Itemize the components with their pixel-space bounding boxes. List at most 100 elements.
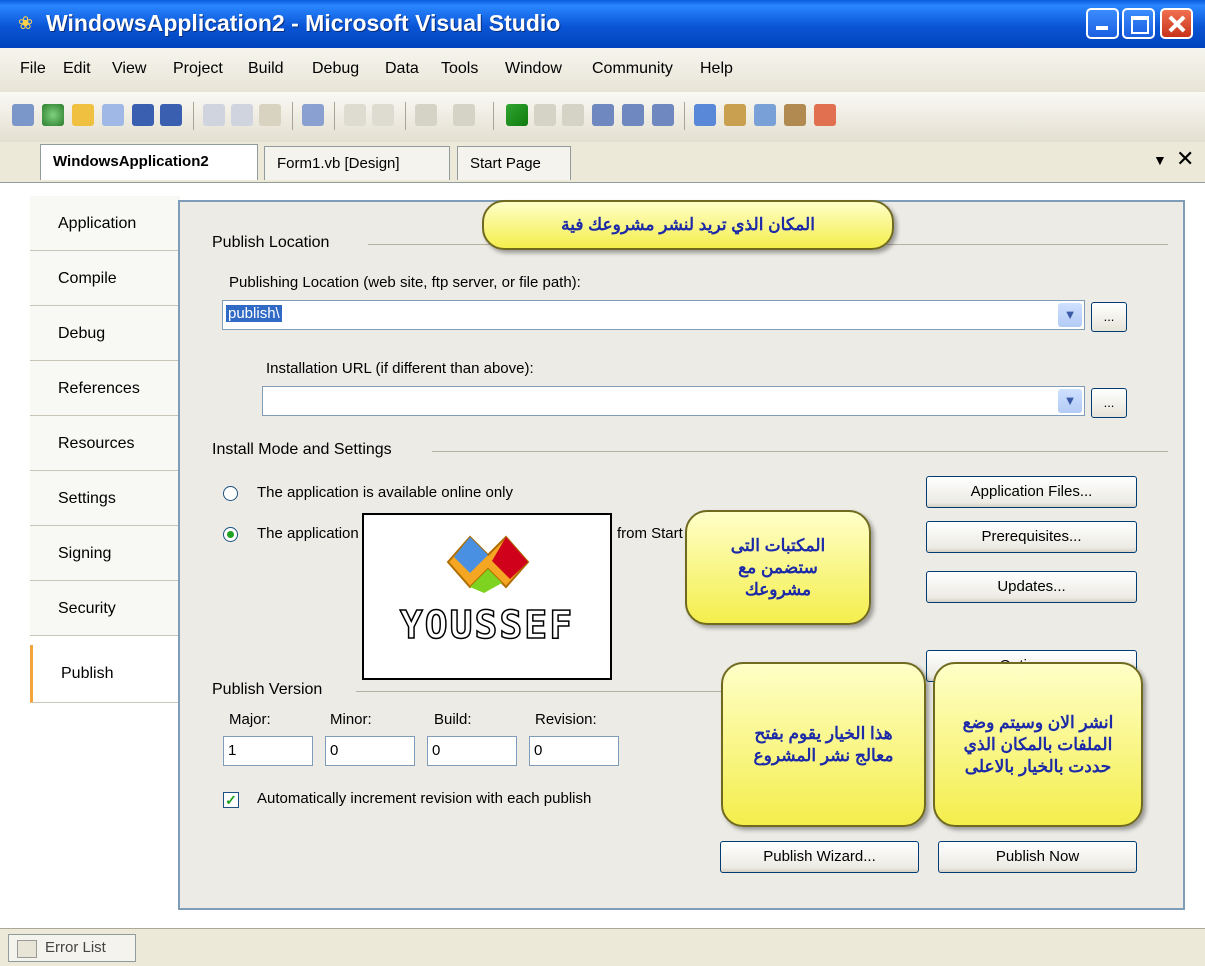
open-file-icon[interactable] xyxy=(72,104,94,126)
window-title: WindowsApplication2 - Microsoft Visual S… xyxy=(46,10,561,36)
step-out-icon[interactable] xyxy=(652,104,674,126)
undo-icon[interactable] xyxy=(415,104,437,126)
installation-url-combo[interactable]: ▼ xyxy=(262,386,1085,416)
uncomment-icon[interactable] xyxy=(372,104,394,126)
publish-wizard-button[interactable]: Publish Wizard... xyxy=(720,841,919,873)
properties-icon[interactable] xyxy=(724,104,746,126)
side-tab-compile[interactable]: Compile xyxy=(30,251,180,306)
add-new-item-icon[interactable] xyxy=(102,104,124,126)
publish-now-button[interactable]: Publish Now xyxy=(938,841,1137,873)
error-list-icon xyxy=(17,940,37,958)
major-version-field[interactable]: 1 xyxy=(223,736,313,766)
standard-toolbar xyxy=(0,92,1205,143)
youssef-logo: YOUSSEF xyxy=(362,513,612,680)
side-tab-application[interactable]: Application xyxy=(30,196,180,251)
menu-project[interactable]: Project xyxy=(173,60,223,78)
build-label: Build: xyxy=(434,711,472,728)
chevron-down-icon[interactable]: ▼ xyxy=(1058,303,1082,327)
visual-studio-logo-icon xyxy=(446,535,530,593)
side-tab-references[interactable]: References xyxy=(30,361,180,416)
callout-prerequisites: المكتبات التى ستضمن مع مشروعك xyxy=(685,510,871,625)
save-all-icon[interactable] xyxy=(160,104,182,126)
major-label: Major: xyxy=(229,711,271,728)
pause-icon[interactable] xyxy=(534,104,556,126)
menu-debug[interactable]: Debug xyxy=(312,60,359,78)
callout-publish-location: المكان الذي تريد لنشر مشروعك فية xyxy=(482,200,894,250)
side-tab-signing[interactable]: Signing xyxy=(30,526,180,581)
new-project-icon[interactable] xyxy=(12,104,34,126)
menu-file[interactable]: File xyxy=(20,60,46,78)
side-tab-publish[interactable]: Publish xyxy=(30,645,180,703)
step-into-icon[interactable] xyxy=(592,104,614,126)
publish-location-heading: Publish Location xyxy=(212,234,330,251)
copy-icon[interactable] xyxy=(231,104,253,126)
stop-icon[interactable] xyxy=(562,104,584,126)
maximize-button[interactable] xyxy=(1122,8,1155,39)
install-mode-heading: Install Mode and Settings xyxy=(212,441,392,458)
tab-windowsapplication2[interactable]: WindowsApplication2 xyxy=(40,144,258,180)
online-only-label: The application is available online only xyxy=(257,484,513,501)
tab-dropdown-icon[interactable]: ▼ xyxy=(1153,152,1167,168)
menu-help[interactable]: Help xyxy=(700,60,733,78)
menu-tools[interactable]: Tools xyxy=(441,60,478,78)
side-tab-settings[interactable]: Settings xyxy=(30,471,180,526)
close-document-icon[interactable]: ✕ xyxy=(1176,146,1194,172)
title-bar: ❀ WindowsApplication2 - Microsoft Visual… xyxy=(0,0,1205,48)
side-tab-resources[interactable]: Resources xyxy=(30,416,180,471)
browse-publish-location-button[interactable]: ... xyxy=(1091,302,1127,332)
side-tab-debug[interactable]: Debug xyxy=(30,306,180,361)
browse-installation-url-button[interactable]: ... xyxy=(1091,388,1127,418)
publishing-location-value: publish\ xyxy=(226,305,282,322)
maximize-icon xyxy=(1124,10,1153,37)
start-debugging-icon[interactable] xyxy=(506,104,528,126)
redo-icon[interactable] xyxy=(453,104,475,126)
menu-bar: File Edit View Project Build Debug Data … xyxy=(0,48,1205,92)
side-tab-security[interactable]: Security xyxy=(30,581,180,636)
save-icon[interactable] xyxy=(132,104,154,126)
start-page-icon[interactable] xyxy=(814,104,836,126)
object-browser-icon[interactable] xyxy=(754,104,776,126)
menu-build[interactable]: Build xyxy=(248,60,284,78)
auto-increment-label: Automatically increment revision with ea… xyxy=(257,790,592,807)
toolbox-icon[interactable] xyxy=(784,104,806,126)
menu-data[interactable]: Data xyxy=(385,60,419,78)
publishing-location-combo[interactable]: publish\ ▼ xyxy=(222,300,1085,330)
solution-explorer-icon[interactable] xyxy=(694,104,716,126)
step-over-icon[interactable] xyxy=(622,104,644,126)
publish-version-heading: Publish Version xyxy=(212,681,323,698)
publishing-location-label: Publishing Location (web site, ftp serve… xyxy=(229,274,581,291)
radio-online-only[interactable] xyxy=(223,486,238,501)
close-icon xyxy=(1162,10,1191,37)
minor-version-field[interactable]: 0 xyxy=(325,736,415,766)
prerequisites-button[interactable]: Prerequisites... xyxy=(926,521,1137,553)
error-list-tab[interactable]: Error List xyxy=(8,934,136,962)
document-tab-strip: WindowsApplication2 Form1.vb [Design] St… xyxy=(0,142,1205,183)
updates-button[interactable]: Updates... xyxy=(926,571,1137,603)
callout-publish-now: انشر الان وسيتم وضع الملفات بالمكان الذي… xyxy=(933,662,1143,827)
tab-start-page[interactable]: Start Page xyxy=(457,146,571,180)
minor-label: Minor: xyxy=(330,711,372,728)
visual-studio-icon: ❀ xyxy=(18,13,34,33)
add-item-icon[interactable] xyxy=(42,104,64,126)
revision-version-field[interactable]: 0 xyxy=(529,736,619,766)
close-button[interactable] xyxy=(1160,8,1193,39)
menu-view[interactable]: View xyxy=(112,60,146,78)
auto-increment-checkbox[interactable]: ✓ xyxy=(223,792,239,808)
application-files-button[interactable]: Application Files... xyxy=(926,476,1137,508)
callout-publish-wizard: هذا الخيار يقوم بفتح معالج نشر المشروع xyxy=(721,662,926,827)
bottom-tool-window-bar xyxy=(0,928,1205,966)
cut-icon[interactable] xyxy=(203,104,225,126)
menu-window[interactable]: Window xyxy=(505,60,562,78)
error-list-label: Error List xyxy=(45,939,106,956)
paste-icon[interactable] xyxy=(259,104,281,126)
chevron-down-icon[interactable]: ▼ xyxy=(1058,389,1082,413)
installation-url-label: Installation URL (if different than abov… xyxy=(266,360,534,377)
menu-community[interactable]: Community xyxy=(592,60,673,78)
comment-icon[interactable] xyxy=(344,104,366,126)
build-version-field[interactable]: 0 xyxy=(427,736,517,766)
find-icon[interactable] xyxy=(302,104,324,126)
tab-form1-design[interactable]: Form1.vb [Design] xyxy=(264,146,450,180)
menu-edit[interactable]: Edit xyxy=(63,60,91,78)
minimize-button[interactable] xyxy=(1086,8,1119,39)
radio-offline-available[interactable] xyxy=(223,527,238,542)
